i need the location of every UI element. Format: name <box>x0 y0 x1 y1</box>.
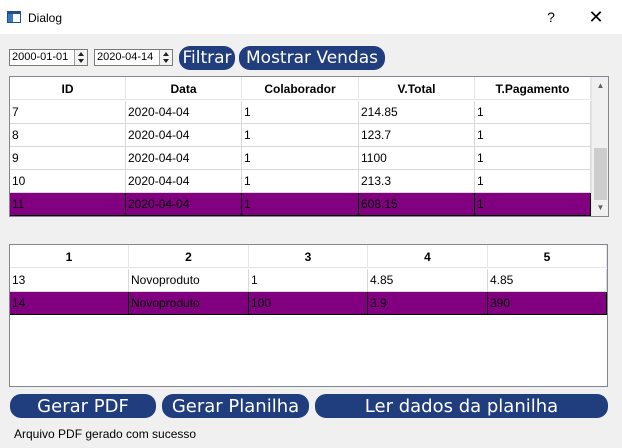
table-cell[interactable]: 390 <box>488 292 607 315</box>
table-row[interactable]: 10 2020-04-04 1 213.3 1 <box>10 170 591 193</box>
table-cell[interactable]: 4.85 <box>488 269 607 292</box>
column-header[interactable]: Colaborador <box>242 77 359 100</box>
items-table[interactable]: 12345 13 Novoproduto 1 4.85 4.85 14 Novoprodut… <box>9 244 608 387</box>
generate-spreadsheet-button[interactable]: Gerar Planilha <box>162 394 309 418</box>
sales-table-scrollbar[interactable]: ▲ ▼ <box>591 77 608 216</box>
table-cell[interactable]: 1 <box>475 101 591 124</box>
spin-up-icon[interactable] <box>78 52 84 56</box>
table-cell[interactable]: 1 <box>249 269 368 292</box>
table-cell[interactable]: 2020-04-04 <box>126 147 242 170</box>
spin-up-icon[interactable] <box>163 52 169 56</box>
table-cell[interactable]: 1 <box>242 170 359 193</box>
status-message: Arquivo PDF gerado com sucesso <box>14 427 197 441</box>
table-cell[interactable]: 1100 <box>359 147 475 170</box>
scroll-up-icon[interactable]: ▲ <box>592 77 608 94</box>
table-cell[interactable]: 2020-04-04 <box>126 101 242 124</box>
table-cell[interactable]: 13 <box>10 269 129 292</box>
table-row[interactable]: 11 2020-04-04 1 608.15 1 <box>10 193 591 216</box>
table-row[interactable]: 14 Novoproduto 100 3.9 390 <box>10 292 607 315</box>
table-cell[interactable]: 1 <box>475 147 591 170</box>
table-cell[interactable]: 1 <box>242 147 359 170</box>
table-cell[interactable]: 2020-04-04 <box>126 193 242 216</box>
column-header[interactable]: 2 <box>129 245 249 268</box>
table-cell[interactable]: 1 <box>475 124 591 147</box>
table-cell[interactable]: 3.9 <box>368 292 488 315</box>
table-cell[interactable]: 11 <box>10 193 126 216</box>
table-cell[interactable]: 10 <box>10 170 126 193</box>
generate-pdf-button[interactable]: Gerar PDF <box>10 394 156 418</box>
table-cell[interactable]: 1 <box>475 193 591 216</box>
sales-table-header: ID Data Colaborador V.Total T.Pagamento <box>10 77 591 100</box>
column-header[interactable]: V.Total <box>359 77 475 100</box>
table-cell[interactable]: 608.15 <box>359 193 475 216</box>
table-cell[interactable]: 4.85 <box>368 269 488 292</box>
table-cell[interactable]: 9 <box>10 147 126 170</box>
table-cell[interactable]: 1 <box>475 170 591 193</box>
column-header[interactable]: 5 <box>488 245 607 268</box>
table-cell[interactable]: 1 <box>242 193 359 216</box>
date-to-spinner[interactable] <box>159 50 172 65</box>
title-bar: Dialog ? ✕ <box>0 0 622 34</box>
date-to-field[interactable]: 2020-04-14 <box>94 49 173 66</box>
table-cell[interactable]: 1 <box>242 124 359 147</box>
window-title: Dialog <box>28 11 63 25</box>
sales-table[interactable]: ID Data Colaborador V.Total T.Pagamento 7 202… <box>9 76 609 217</box>
table-cell[interactable]: 7 <box>10 101 126 124</box>
table-cell[interactable]: 214.85 <box>359 101 475 124</box>
date-from-value: 2000-01-01 <box>12 51 69 63</box>
table-cell[interactable]: 2020-04-04 <box>126 170 242 193</box>
spin-down-icon[interactable] <box>78 59 84 63</box>
date-from-spinner[interactable] <box>74 50 87 65</box>
column-header[interactable]: 4 <box>368 245 488 268</box>
table-row[interactable]: 8 2020-04-04 1 123.7 1 <box>10 124 591 147</box>
table-cell[interactable]: 14 <box>10 292 129 315</box>
table-row[interactable]: 9 2020-04-04 1 1100 1 <box>10 147 591 170</box>
scroll-thumb[interactable] <box>594 148 607 200</box>
column-header[interactable]: Data <box>126 77 242 100</box>
items-table-header: 12345 <box>10 245 607 268</box>
column-header[interactable]: T.Pagamento <box>475 77 591 100</box>
table-row[interactable]: 13 Novoproduto 1 4.85 4.85 <box>10 269 607 292</box>
table-cell[interactable]: 213.3 <box>359 170 475 193</box>
spin-down-icon[interactable] <box>163 59 169 63</box>
read-spreadsheet-button[interactable]: Ler dados da planilha <box>315 394 608 418</box>
scroll-down-icon[interactable]: ▼ <box>592 199 608 216</box>
show-sales-button[interactable]: Mostrar Vendas <box>239 46 385 70</box>
column-header[interactable]: ID <box>10 77 126 100</box>
close-button[interactable]: ✕ <box>578 0 614 34</box>
table-cell[interactable]: Novoproduto <box>129 269 249 292</box>
table-cell[interactable]: Novoproduto <box>129 292 249 315</box>
table-cell[interactable]: 123.7 <box>359 124 475 147</box>
table-cell[interactable]: 2020-04-04 <box>126 124 242 147</box>
table-row[interactable]: 7 2020-04-04 1 214.85 1 <box>10 101 591 124</box>
window-app-icon <box>7 11 21 23</box>
help-button[interactable]: ? <box>535 0 567 34</box>
column-header[interactable]: 1 <box>10 245 129 268</box>
table-cell[interactable]: 1 <box>242 101 359 124</box>
date-from-field[interactable]: 2000-01-01 <box>9 49 88 66</box>
table-cell[interactable]: 8 <box>10 124 126 147</box>
filter-button[interactable]: Filtrar <box>179 46 235 70</box>
date-to-value: 2020-04-14 <box>97 51 154 63</box>
column-header[interactable]: 3 <box>249 245 368 268</box>
table-cell[interactable]: 100 <box>249 292 368 315</box>
